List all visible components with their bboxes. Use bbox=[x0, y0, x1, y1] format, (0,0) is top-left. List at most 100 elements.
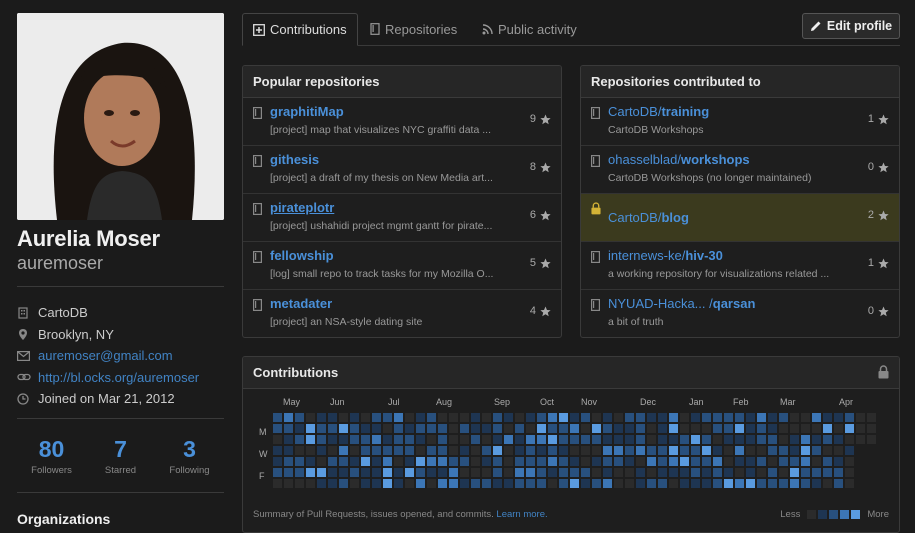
contribution-day[interactable] bbox=[603, 435, 612, 444]
contribution-day[interactable] bbox=[845, 446, 854, 455]
contribution-day[interactable] bbox=[856, 413, 865, 422]
contribution-day[interactable] bbox=[394, 479, 403, 488]
contribution-day[interactable] bbox=[779, 424, 788, 433]
contribution-day[interactable] bbox=[779, 468, 788, 477]
contribution-day[interactable] bbox=[702, 457, 711, 466]
contribution-day[interactable] bbox=[438, 435, 447, 444]
contribution-day[interactable] bbox=[361, 457, 370, 466]
contribution-day[interactable] bbox=[339, 479, 348, 488]
contribution-day[interactable] bbox=[779, 435, 788, 444]
contribution-day[interactable] bbox=[614, 468, 623, 477]
contribution-day[interactable] bbox=[812, 479, 821, 488]
contribution-day[interactable] bbox=[405, 468, 414, 477]
contribution-day[interactable] bbox=[504, 479, 513, 488]
contribution-day[interactable] bbox=[713, 457, 722, 466]
contributed-repo-item[interactable]: ohasselblad/workshops CartoDB Workshops (… bbox=[581, 146, 899, 194]
contribution-day[interactable] bbox=[669, 457, 678, 466]
contribution-day[interactable] bbox=[449, 457, 458, 466]
contribution-day[interactable] bbox=[735, 413, 744, 422]
contribution-day[interactable] bbox=[702, 435, 711, 444]
contribution-day[interactable] bbox=[647, 413, 656, 422]
contribution-day[interactable] bbox=[570, 479, 579, 488]
contribution-day[interactable] bbox=[570, 413, 579, 422]
repo-link[interactable]: CartoDB/blog bbox=[608, 210, 689, 225]
contribution-day[interactable] bbox=[702, 413, 711, 422]
contribution-day[interactable] bbox=[515, 424, 524, 433]
contribution-day[interactable] bbox=[559, 468, 568, 477]
contribution-day[interactable] bbox=[845, 457, 854, 466]
contribution-day[interactable] bbox=[647, 479, 656, 488]
contribution-day[interactable] bbox=[416, 457, 425, 466]
contribution-day[interactable] bbox=[350, 435, 359, 444]
contribution-day[interactable] bbox=[328, 457, 337, 466]
contribution-day[interactable] bbox=[405, 457, 414, 466]
contribution-day[interactable] bbox=[361, 424, 370, 433]
repo-name-link[interactable]: graphitiMap bbox=[270, 104, 344, 119]
contribution-day[interactable] bbox=[856, 479, 865, 488]
contribution-day[interactable] bbox=[812, 446, 821, 455]
contribution-day[interactable] bbox=[361, 446, 370, 455]
contribution-day[interactable] bbox=[735, 457, 744, 466]
contribution-day[interactable] bbox=[394, 424, 403, 433]
contribution-day[interactable] bbox=[570, 457, 579, 466]
contribution-day[interactable] bbox=[460, 413, 469, 422]
contribution-day[interactable] bbox=[845, 468, 854, 477]
contribution-day[interactable] bbox=[823, 446, 832, 455]
contribution-day[interactable] bbox=[790, 446, 799, 455]
contribution-day[interactable] bbox=[515, 468, 524, 477]
contribution-day[interactable] bbox=[482, 446, 491, 455]
contribution-day[interactable] bbox=[724, 457, 733, 466]
contribution-day[interactable] bbox=[691, 479, 700, 488]
contribution-day[interactable] bbox=[779, 413, 788, 422]
contribution-day[interactable] bbox=[427, 435, 436, 444]
contribution-day[interactable] bbox=[306, 479, 315, 488]
contribution-day[interactable] bbox=[273, 457, 282, 466]
contribution-day[interactable] bbox=[526, 479, 535, 488]
avatar[interactable] bbox=[17, 13, 224, 220]
contribution-day[interactable] bbox=[350, 457, 359, 466]
contribution-day[interactable] bbox=[537, 468, 546, 477]
contribution-day[interactable] bbox=[317, 457, 326, 466]
repo-name-link[interactable]: githesis bbox=[270, 152, 319, 167]
learn-more-link[interactable]: Learn more. bbox=[496, 509, 547, 520]
contribution-day[interactable] bbox=[515, 413, 524, 422]
contribution-day[interactable] bbox=[801, 413, 810, 422]
contribution-day[interactable] bbox=[581, 424, 590, 433]
contribution-day[interactable] bbox=[493, 435, 502, 444]
contribution-day[interactable] bbox=[636, 435, 645, 444]
contribution-day[interactable] bbox=[504, 424, 513, 433]
contribution-day[interactable] bbox=[713, 446, 722, 455]
contribution-day[interactable] bbox=[724, 435, 733, 444]
repo-link[interactable]: CartoDB/training bbox=[608, 104, 709, 119]
contribution-day[interactable] bbox=[867, 457, 876, 466]
contribution-day[interactable] bbox=[669, 446, 678, 455]
contribution-day[interactable] bbox=[757, 424, 766, 433]
contribution-day[interactable] bbox=[449, 424, 458, 433]
contribution-day[interactable] bbox=[625, 435, 634, 444]
contribution-day[interactable] bbox=[405, 413, 414, 422]
contribution-day[interactable] bbox=[350, 479, 359, 488]
contribution-day[interactable] bbox=[691, 457, 700, 466]
contribution-day[interactable] bbox=[801, 446, 810, 455]
contribution-day[interactable] bbox=[790, 413, 799, 422]
contribution-day[interactable] bbox=[482, 479, 491, 488]
contribution-day[interactable] bbox=[383, 424, 392, 433]
contribution-day[interactable] bbox=[647, 424, 656, 433]
contribution-day[interactable] bbox=[603, 457, 612, 466]
contribution-day[interactable] bbox=[603, 479, 612, 488]
contribution-day[interactable] bbox=[845, 424, 854, 433]
contribution-day[interactable] bbox=[471, 457, 480, 466]
contribution-day[interactable] bbox=[361, 435, 370, 444]
contribution-day[interactable] bbox=[504, 457, 513, 466]
contribution-day[interactable] bbox=[746, 446, 755, 455]
contribution-day[interactable] bbox=[592, 424, 601, 433]
contribution-day[interactable] bbox=[680, 446, 689, 455]
contribution-day[interactable] bbox=[273, 479, 282, 488]
contribution-day[interactable] bbox=[295, 479, 304, 488]
contribution-day[interactable] bbox=[603, 413, 612, 422]
contribution-day[interactable] bbox=[834, 479, 843, 488]
contribution-day[interactable] bbox=[548, 479, 557, 488]
contribution-day[interactable] bbox=[724, 468, 733, 477]
contribution-day[interactable] bbox=[394, 413, 403, 422]
contribution-day[interactable] bbox=[438, 479, 447, 488]
